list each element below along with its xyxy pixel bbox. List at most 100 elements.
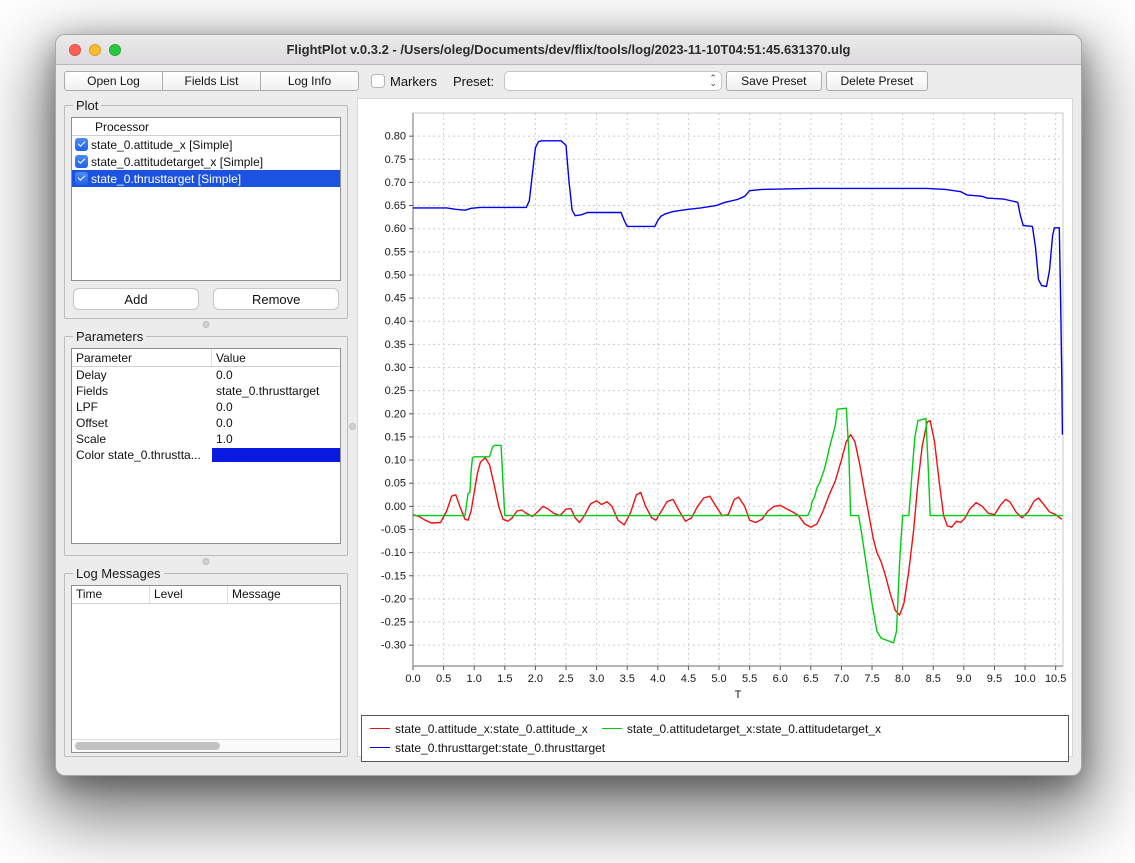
param-row-delay[interactable]: Delay 0.0 [72,367,340,383]
split-handle-horizontal[interactable] [64,556,348,566]
parameters-table[interactable]: Parameter Value Delay 0.0 Fields state_0… [71,348,341,544]
preset-combobox[interactable]: ⌃⌄ [504,71,722,91]
split-handle-vertical[interactable] [348,98,357,757]
window-controls [69,44,121,56]
plot-panel-title: Plot [73,98,101,113]
param-value[interactable]: 0.0 [212,368,340,382]
chart-canvas[interactable]: -0.30-0.25-0.20-0.15-0.10-0.050.000.050.… [359,100,1071,708]
legend-label: state_0.thrusttarget:state_0.thrusttarge… [395,741,605,755]
split-knob-icon [203,558,210,565]
time-column-header: Time [72,586,150,603]
color-swatch[interactable] [212,448,340,462]
x-tick-label: 2.0 [528,673,543,685]
x-tick-label: 5.5 [742,673,757,685]
x-tick-label: 8.5 [926,673,941,685]
open-log-button[interactable]: Open Log [64,71,163,91]
y-tick-label: 0.70 [385,177,406,189]
legend-label: state_0.attitude_x:state_0.attitude_x [395,722,588,736]
y-tick-label: 0.35 [385,339,406,351]
y-tick-label: 0.75 [385,154,406,166]
minimize-button[interactable] [89,44,101,56]
chart-panel: -0.30-0.25-0.20-0.15-0.10-0.050.000.050.… [357,98,1073,757]
x-tick-label: 1.5 [497,673,512,685]
parameters-panel: Parameters Parameter Value Delay 0.0 Fie… [64,329,348,556]
param-value[interactable]: 0.0 [212,416,340,430]
y-tick-label: 0.00 [385,501,406,513]
plot-row-attitudetarget-x[interactable]: state_0.attitudetarget_x [Simple] [72,153,340,170]
x-tick-label: 7.5 [864,673,879,685]
param-row-fields[interactable]: Fields state_0.thrusttarget [72,383,340,399]
plot-row-label: state_0.attitudetarget_x [Simple] [91,155,263,169]
checkbox-column-header [72,118,91,135]
y-tick-label: 0.50 [385,269,406,281]
x-tick-label: 3.5 [620,673,635,685]
param-row-offset[interactable]: Offset 0.0 [72,415,340,431]
plot-row-label: state_0.thrusttarget [Simple] [91,172,241,186]
scrollbar-thumb[interactable] [75,742,220,750]
y-tick-label: 0.60 [385,223,406,235]
log-messages-panel: Log Messages Time Level Message [64,566,348,757]
log-info-button[interactable]: Log Info [260,71,359,91]
y-tick-label: -0.10 [381,547,406,559]
y-tick-label: 0.30 [385,362,406,374]
x-tick-label: 4.5 [681,673,696,685]
markers-label: Markers [390,74,437,89]
remove-button[interactable]: Remove [213,288,339,310]
parameters-table-header: Parameter Value [72,349,340,367]
plot-row-label: state_0.attitude_x [Simple] [91,138,232,152]
app-window: FlightPlot v.0.3.2 - /Users/oleg/Documen… [55,34,1082,776]
plot-table[interactable]: Processor state_0.attitude_x [Simple] st… [71,117,341,281]
plot-row-attitude-x[interactable]: state_0.attitude_x [Simple] [72,136,340,153]
close-button[interactable] [69,44,81,56]
horizontal-scrollbar[interactable] [72,739,340,752]
zoom-button[interactable] [109,44,121,56]
legend-line-green-icon [602,728,622,729]
param-value[interactable]: 1.0 [212,432,340,446]
plot-row-thrusttarget[interactable]: state_0.thrusttarget [Simple] [72,170,340,187]
y-tick-label: 0.15 [385,431,406,443]
x-tick-label: 10.5 [1045,673,1066,685]
x-tick-label: 10.0 [1014,673,1035,685]
param-name: Offset [72,416,212,430]
param-name: LPF [72,400,212,414]
save-preset-button[interactable]: Save Preset [726,71,821,91]
x-tick-label: 4.0 [650,673,665,685]
param-value[interactable]: 0.0 [212,400,340,414]
param-row-scale[interactable]: Scale 1.0 [72,431,340,447]
preset-label: Preset: [453,74,494,89]
toolbar: Open Log Fields List Log Info Markers Pr… [56,65,1081,96]
legend-line-blue-icon [370,747,390,748]
y-tick-label: 0.10 [385,455,406,467]
y-tick-label: 0.45 [385,293,406,305]
y-tick-label: 0.25 [385,385,406,397]
y-tick-label: 0.20 [385,408,406,420]
parameters-panel-title: Parameters [73,329,146,344]
markers-checkbox-group: Markers [371,74,437,89]
delete-preset-button[interactable]: Delete Preset [826,71,929,91]
param-row-color[interactable]: Color state_0.thrustta... [72,447,340,463]
param-value[interactable]: state_0.thrusttarget [212,384,340,398]
x-tick-label: 0.5 [436,673,451,685]
legend-label: state_0.attitudetarget_x:state_0.attitud… [627,722,881,736]
plot-table-header: Processor [72,118,340,136]
markers-checkbox[interactable] [371,74,385,88]
row-checkbox-icon[interactable] [75,155,88,168]
x-tick-label: 9.0 [956,673,971,685]
row-checkbox-icon[interactable] [75,172,88,185]
add-button[interactable]: Add [73,288,199,310]
fields-list-button[interactable]: Fields List [162,71,261,91]
row-checkbox-icon[interactable] [75,138,88,151]
split-handle-horizontal[interactable] [64,319,348,329]
y-tick-label: -0.20 [381,593,406,605]
log-messages-panel-title: Log Messages [73,566,164,581]
x-tick-label: 3.0 [589,673,604,685]
param-row-lpf[interactable]: LPF 0.0 [72,399,340,415]
y-tick-label: -0.30 [381,640,406,652]
y-tick-label: 0.80 [385,131,406,143]
plot-panel: Plot Processor state_0.attitude_x [Simpl… [64,98,348,319]
log-table-body [72,604,340,739]
title-bar[interactable]: FlightPlot v.0.3.2 - /Users/oleg/Documen… [56,35,1081,65]
legend-item-thrusttarget: state_0.thrusttarget:state_0.thrusttarge… [370,741,605,755]
level-column-header: Level [150,586,228,603]
log-messages-table[interactable]: Time Level Message [71,585,341,753]
